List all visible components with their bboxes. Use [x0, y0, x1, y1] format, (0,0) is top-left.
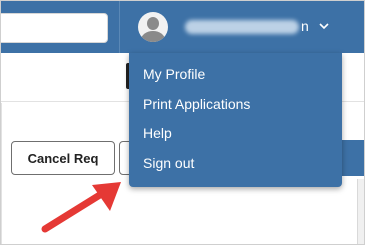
avatar-shoulders — [141, 31, 165, 42]
chevron-down-icon[interactable] — [319, 22, 329, 30]
red-arrow-annotation — [41, 182, 121, 233]
menu-item-sign-out[interactable]: Sign out — [143, 155, 194, 175]
menu-item-my-profile[interactable]: My Profile — [143, 66, 205, 86]
app-window: n Cancel Req My Profile Print Applicatio… — [0, 0, 365, 245]
cancel-request-button[interactable]: Cancel Req — [11, 141, 115, 175]
menu-item-help[interactable]: Help — [143, 125, 172, 145]
username-suffix[interactable]: n — [301, 18, 309, 34]
content-border — [1, 103, 2, 244]
menu-item-print-applications[interactable]: Print Applications — [143, 96, 250, 116]
user-dropdown-menu: My Profile Print Applications Help Sign … — [129, 53, 342, 187]
topbar-divider — [119, 1, 120, 53]
username-redacted[interactable] — [185, 20, 299, 34]
avatar-icon[interactable] — [138, 12, 168, 42]
avatar-head — [147, 17, 159, 30]
search-input[interactable] — [1, 13, 108, 43]
top-navigation-bar: n — [1, 1, 364, 53]
vertical-scrollbar[interactable] — [357, 179, 364, 244]
